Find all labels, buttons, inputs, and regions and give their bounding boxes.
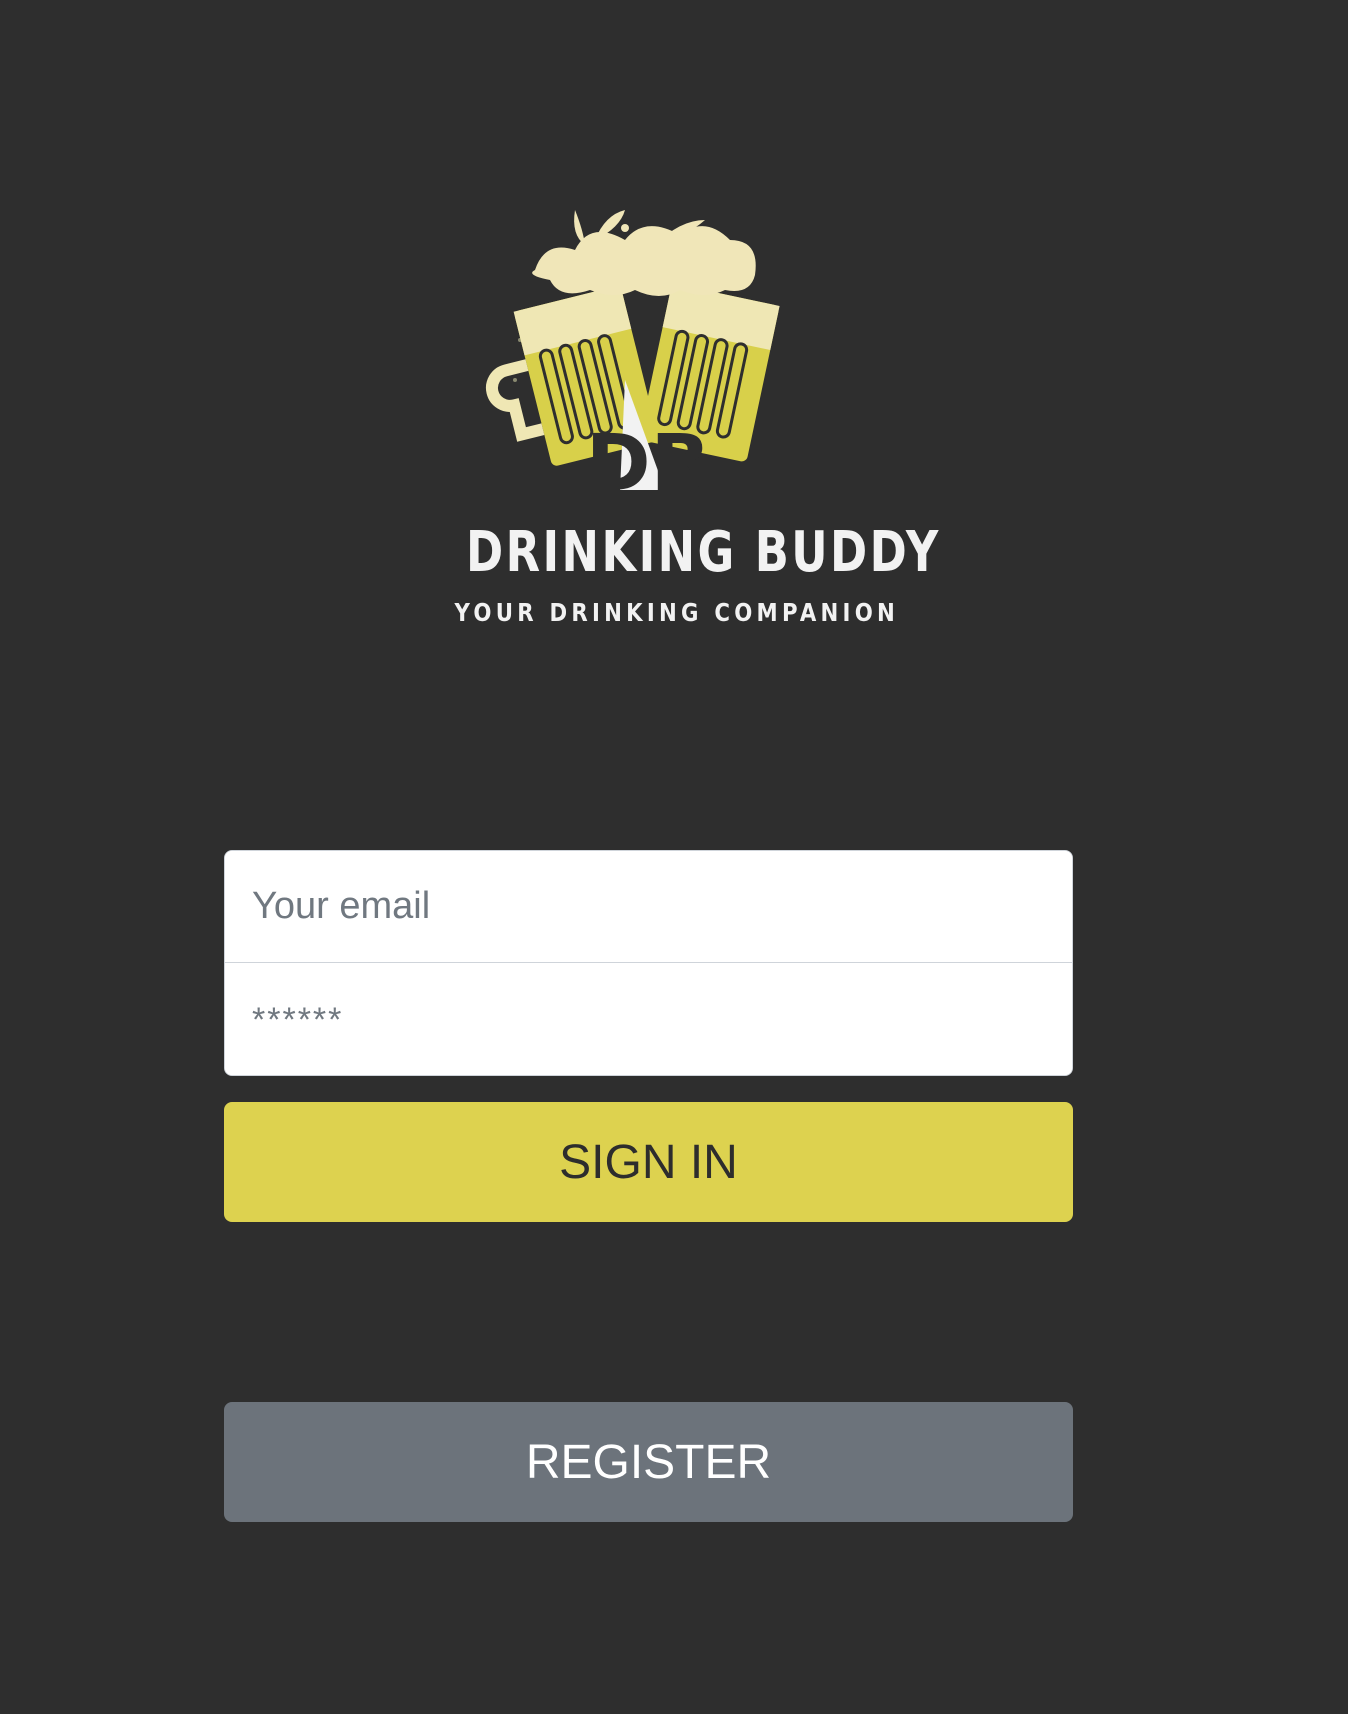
password-field[interactable]: [225, 963, 1072, 1075]
sign-in-button[interactable]: SIGN IN: [224, 1102, 1073, 1222]
email-field[interactable]: [225, 851, 1072, 963]
brand-tagline: YOUR DRINKING COMPANION: [454, 598, 900, 627]
brand-name: DRINKING BUDDY: [466, 520, 941, 585]
login-form: [224, 850, 1073, 1076]
logo-monogram: DB: [586, 419, 710, 509]
register-button[interactable]: REGISTER: [224, 1402, 1073, 1522]
